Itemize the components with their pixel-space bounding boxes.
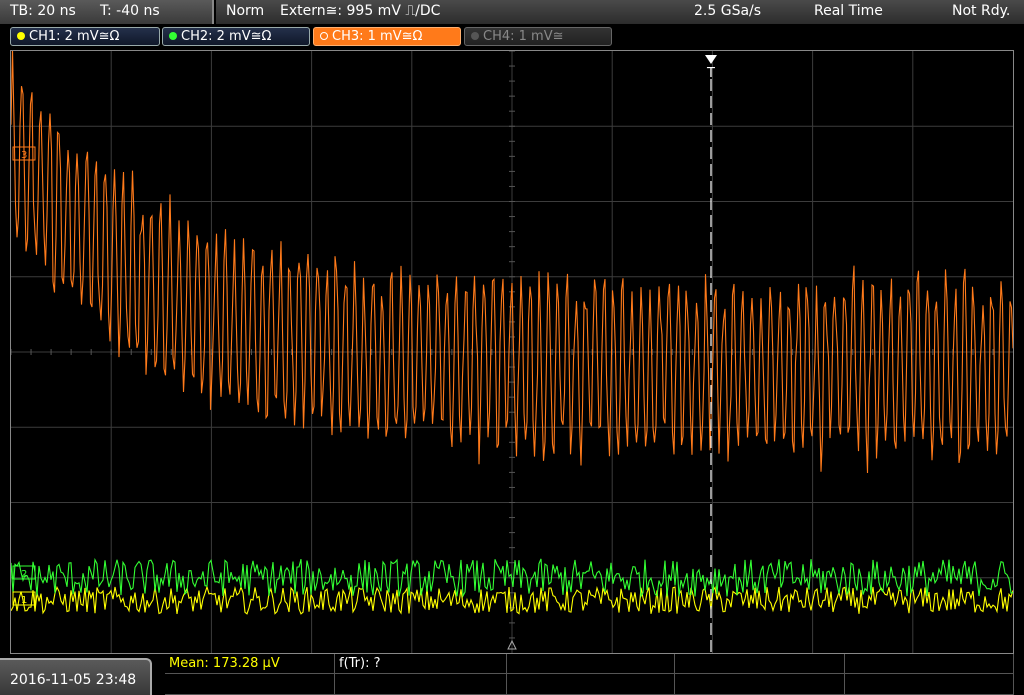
meas-cell-4[interactable] [675, 654, 845, 674]
measurement-bar: 2016-11-05 23:48 Mean: 173.28 µV f(Tr): … [0, 654, 1024, 695]
meas-cell-3[interactable] [507, 654, 675, 674]
waveform-display[interactable]: T 3 2 1 [10, 50, 1014, 654]
datetime-label: 2016-11-05 23:48 [10, 672, 137, 688]
ftr-label: f(Tr): ? [339, 656, 381, 671]
ftr-cell[interactable]: f(Tr): ? [335, 654, 507, 674]
meas-cell-8[interactable] [507, 674, 675, 695]
mean-label: Mean: 173.28 µV [169, 656, 280, 671]
status-bar: TB: 20 ns T: -40 ns Norm Extern≅: 995 mV… [0, 0, 1024, 24]
trigger-line[interactable]: T [705, 55, 717, 653]
ch1-ref-label: 1 [21, 595, 27, 606]
channel-3-button[interactable]: CH3: 1 mV≅Ω [313, 27, 461, 46]
channel-bar: CH1: 2 mV≅Ω CH2: 2 mV≅Ω CH3: 1 mV≅Ω CH4:… [0, 24, 1024, 50]
trigger-arrow-icon [705, 55, 717, 64]
channel-2-button[interactable]: CH2: 2 mV≅Ω [162, 27, 310, 46]
channel-4-button[interactable]: CH4: 1 mV≅ [464, 27, 612, 46]
ch2-ref-label: 2 [21, 569, 27, 580]
trigger-marker: T [706, 66, 715, 81]
timebase-panel[interactable]: TB: 20 ns T: -40 ns [0, 0, 214, 24]
waveform-plot: T 3 2 1 [11, 51, 1013, 653]
meas-cell-7[interactable] [335, 674, 507, 695]
ch4-dot-icon [471, 32, 479, 40]
status-label: Not Rdy. [952, 3, 1011, 19]
grid [11, 51, 1013, 653]
mean-cell[interactable]: Mean: 173.28 µV [165, 654, 335, 674]
acq-mode-label: Norm [226, 3, 265, 19]
mode-label: Real Time [814, 3, 883, 19]
acquisition-panel[interactable]: Norm Extern≅: 995 mV ⎍/DC 2.5 GSa/s Real… [216, 0, 1024, 24]
channel-1-button[interactable]: CH1: 2 mV≅Ω [10, 27, 160, 46]
ch4-label: CH4: 1 mV≅ [483, 29, 564, 44]
timebase-label: TB: 20 ns [10, 3, 76, 19]
measurement-grid[interactable]: Mean: 173.28 µV f(Tr): ? [165, 654, 1014, 695]
ch2-label: CH2: 2 mV≅Ω [181, 29, 272, 44]
ch3-label: CH3: 1 mV≅Ω [332, 29, 423, 44]
meas-cell-5[interactable] [845, 654, 1014, 674]
meas-cell-9[interactable] [675, 674, 845, 695]
ch3-dot-icon [320, 32, 328, 40]
ch3-ref-marker[interactable]: 3 [12, 146, 36, 161]
ch1-dot-icon [17, 32, 25, 40]
ch2-dot-icon [169, 32, 177, 40]
sample-rate-label: 2.5 GSa/s [694, 3, 762, 19]
meas-cell-10[interactable] [845, 674, 1014, 695]
datetime-box: 2016-11-05 23:48 [0, 658, 152, 695]
ch1-label: CH1: 2 mV≅Ω [29, 29, 120, 44]
ch3-ref-label: 3 [21, 150, 27, 161]
meas-cell-6[interactable] [165, 674, 335, 695]
trigger-source-label: Extern≅: 995 mV ⎍/DC [280, 3, 441, 19]
trigger-offset-label: T: -40 ns [100, 3, 160, 19]
